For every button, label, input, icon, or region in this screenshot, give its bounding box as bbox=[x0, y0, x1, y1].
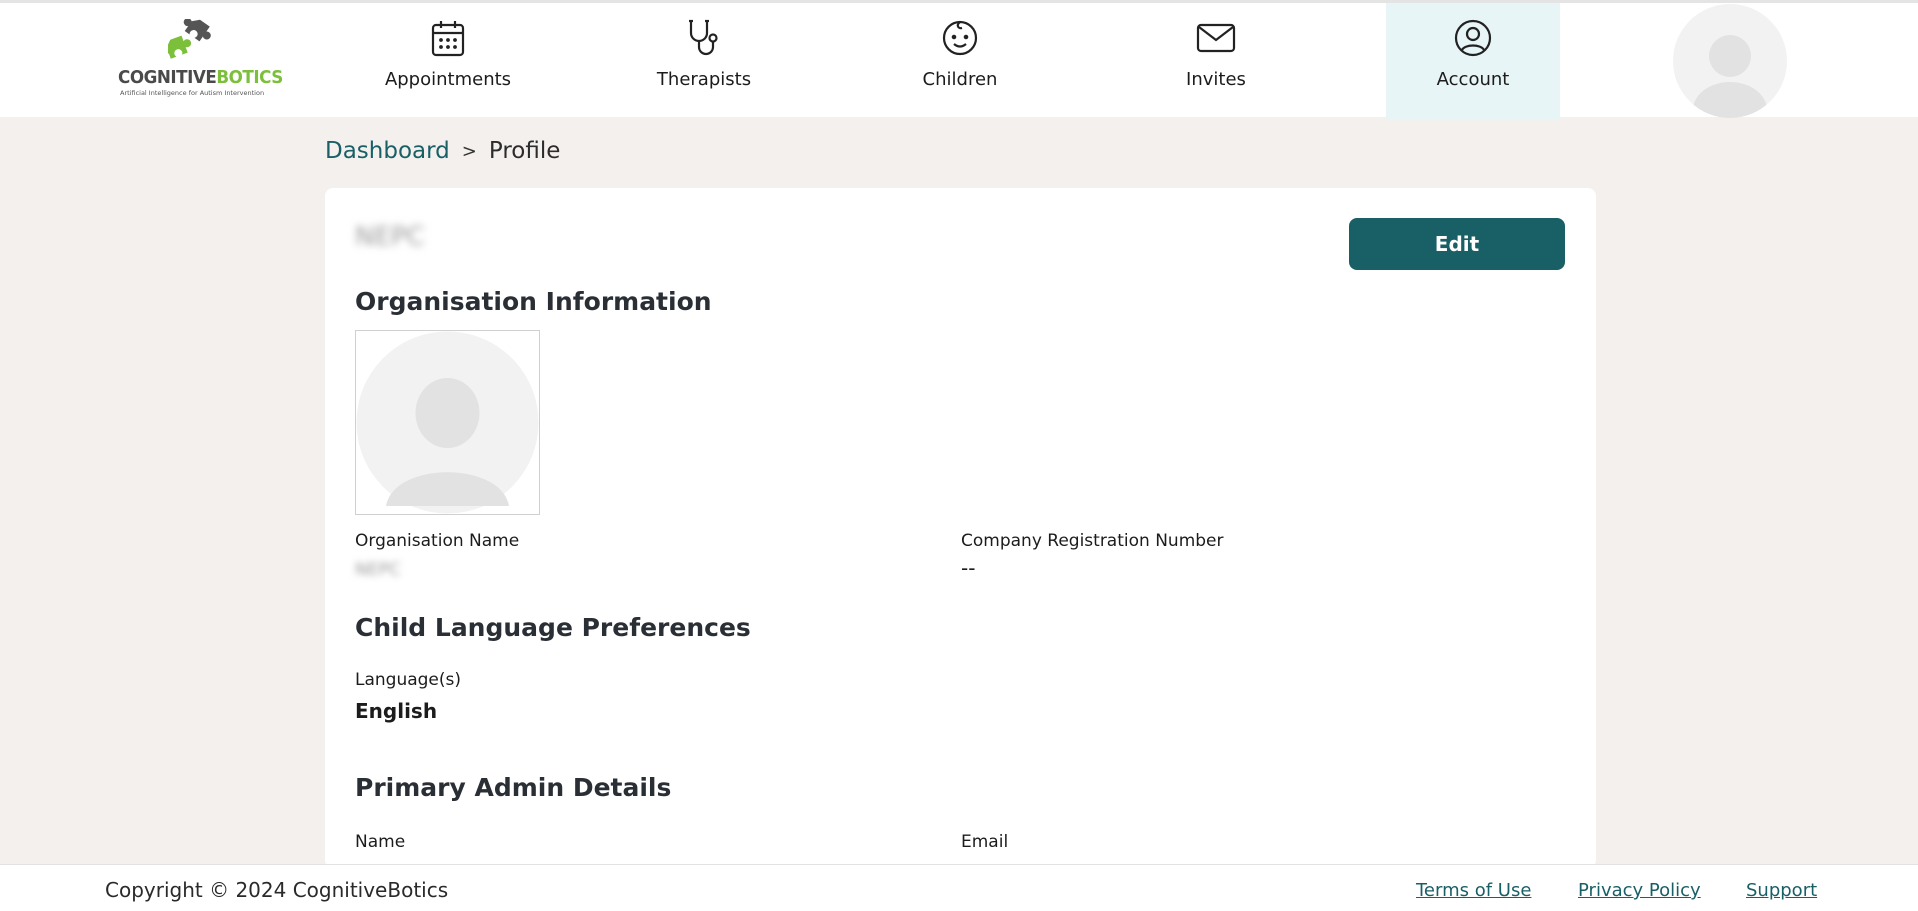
nav-label: Children bbox=[922, 69, 998, 90]
user-avatar[interactable] bbox=[1673, 4, 1787, 118]
language-label: Language(s) bbox=[355, 670, 462, 690]
profile-card: NEPC Edit Organisation Information Organ… bbox=[325, 188, 1596, 868]
registration-number-value: -- bbox=[961, 556, 976, 580]
organisation-info-title: Organisation Information bbox=[355, 287, 712, 316]
nav-label: Appointments bbox=[384, 69, 512, 90]
admin-email-label: Email bbox=[961, 832, 1009, 852]
support-link[interactable]: Support bbox=[1746, 880, 1817, 901]
breadcrumb: Dashboard > Profile bbox=[325, 136, 560, 166]
breadcrumb-dashboard-link[interactable]: Dashboard bbox=[325, 138, 450, 164]
nav-appointments[interactable]: Appointments bbox=[361, 3, 535, 120]
top-navigation: COGNITIVEBOTICS Artificial Intelligence … bbox=[0, 0, 1918, 120]
envelope-icon bbox=[1196, 17, 1236, 59]
language-value: English bbox=[355, 699, 438, 723]
nav-label: Invites bbox=[1186, 69, 1246, 90]
copyright-text: Copyright © 2024 CognitiveBotics bbox=[105, 878, 449, 902]
edit-button[interactable]: Edit bbox=[1349, 218, 1565, 270]
stethoscope-icon bbox=[684, 17, 724, 59]
brand-logo[interactable]: COGNITIVEBOTICS Artificial Intelligence … bbox=[118, 19, 283, 103]
avatar-placeholder-icon bbox=[1693, 35, 1767, 118]
registration-number-label: Company Registration Number bbox=[961, 531, 1224, 551]
avatar-placeholder-icon bbox=[356, 331, 539, 514]
nav-label: Account bbox=[1436, 69, 1510, 90]
user-circle-icon bbox=[1453, 17, 1493, 59]
breadcrumb-separator: > bbox=[461, 140, 477, 162]
nav-invites[interactable]: Invites bbox=[1129, 3, 1303, 120]
organisation-name-label: Organisation Name bbox=[355, 531, 520, 551]
nav-account[interactable]: Account bbox=[1386, 3, 1560, 120]
nav-label: Therapists bbox=[656, 69, 752, 90]
brand-tagline: Artificial Intelligence for Autism Inter… bbox=[120, 89, 265, 97]
baby-face-icon bbox=[940, 17, 980, 59]
privacy-policy-link[interactable]: Privacy Policy bbox=[1578, 880, 1701, 901]
organisation-heading: NEPC bbox=[355, 222, 425, 252]
footer: Copyright © 2024 CognitiveBotics Terms o… bbox=[0, 864, 1918, 911]
terms-of-use-link[interactable]: Terms of Use bbox=[1416, 880, 1531, 901]
nav-children[interactable]: Children bbox=[873, 3, 1047, 120]
admin-name-label: Name bbox=[355, 832, 406, 852]
puzzle-logo-icon bbox=[168, 19, 211, 59]
primary-admin-title: Primary Admin Details bbox=[355, 773, 672, 802]
language-preferences-title: Child Language Preferences bbox=[355, 613, 751, 642]
brand-wordmark: COGNITIVEBOTICS bbox=[118, 67, 283, 88]
calendar-icon bbox=[428, 17, 468, 59]
nav-therapists[interactable]: Therapists bbox=[617, 3, 791, 120]
organisation-name-value: NEPC bbox=[355, 560, 401, 580]
breadcrumb-current: Profile bbox=[488, 138, 561, 164]
organisation-photo[interactable] bbox=[355, 330, 540, 515]
